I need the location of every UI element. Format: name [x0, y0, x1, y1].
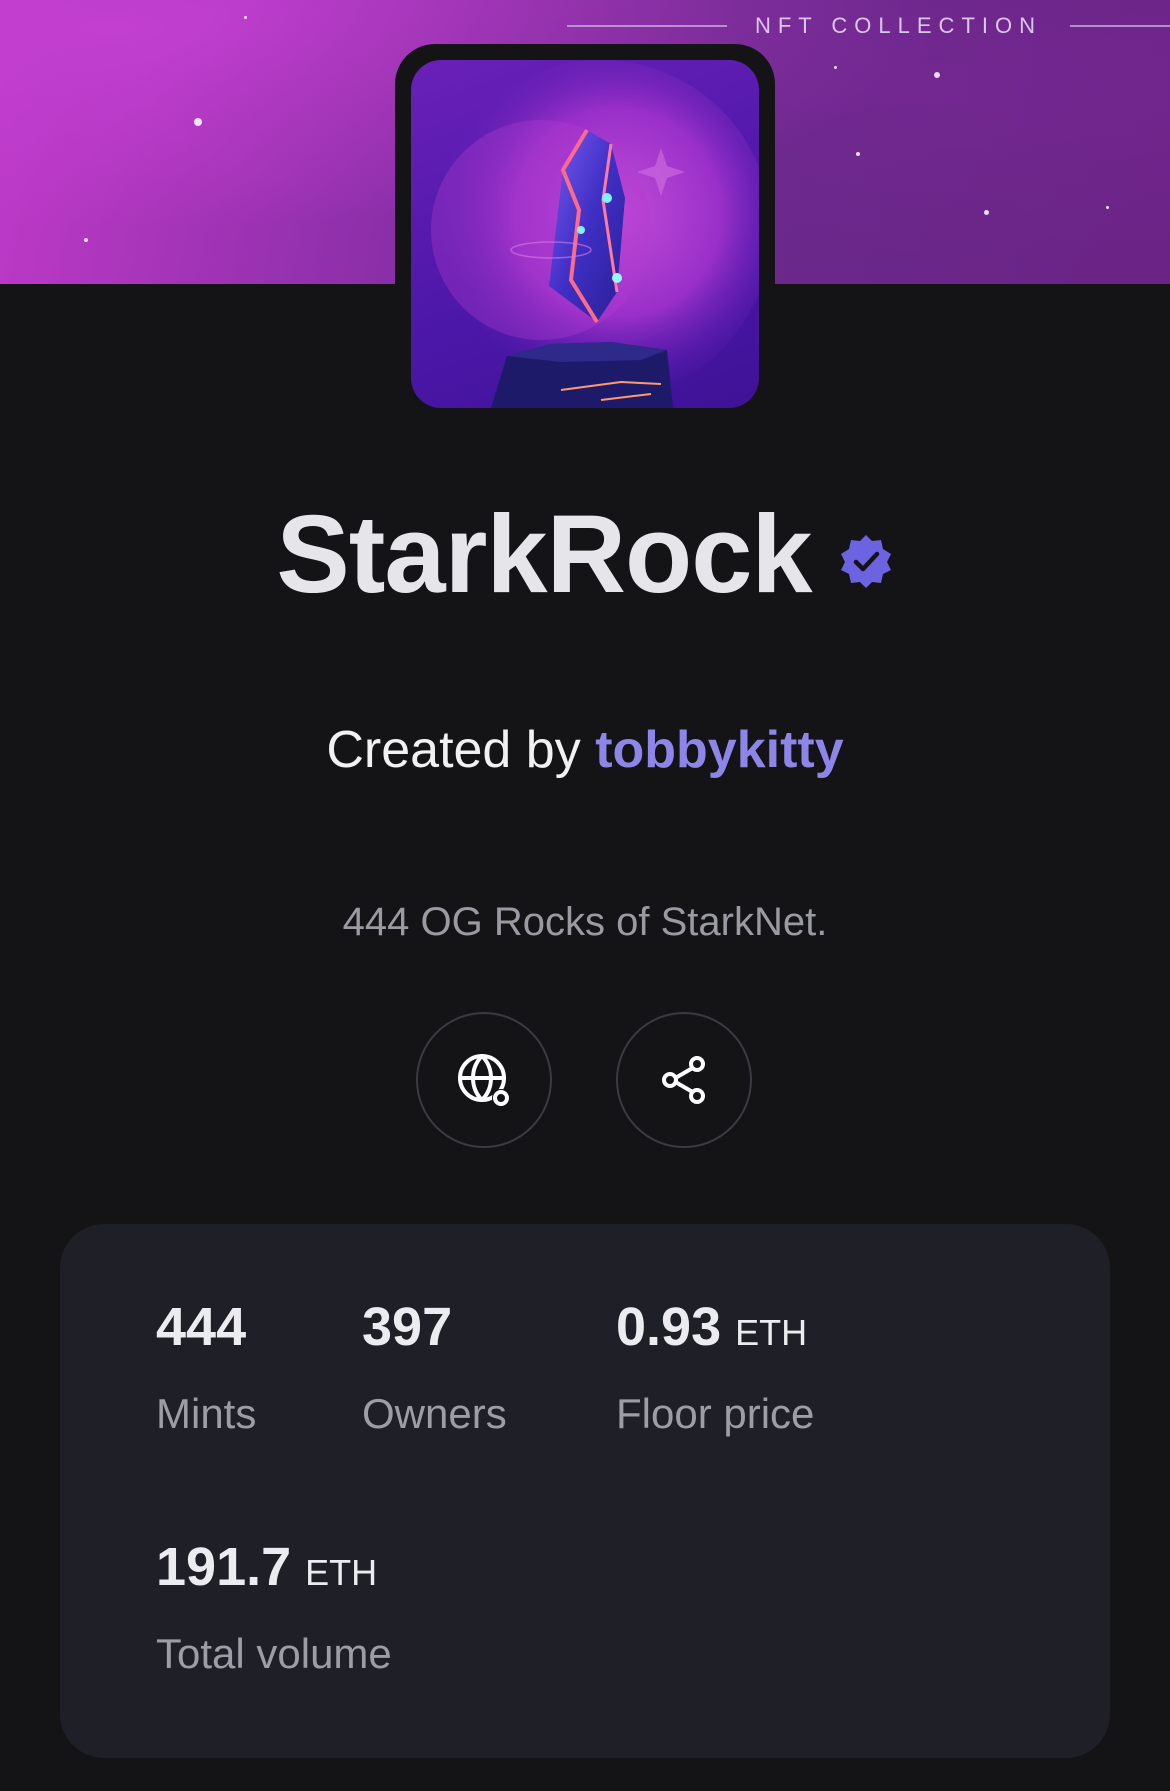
- stat-label: Floor price: [616, 1390, 815, 1437]
- caption-divider: [566, 25, 727, 27]
- collection-description: 444 OG Rocks of StarkNet.: [342, 900, 828, 944]
- stat-label: Mints: [156, 1390, 257, 1437]
- stat-label: Total volume: [156, 1630, 392, 1677]
- stat-mints: 444 Mints: [156, 1300, 256, 1438]
- created-by-prefix: Created by: [326, 721, 581, 779]
- stat-value: 444: [156, 1297, 247, 1357]
- banner-star: [834, 66, 837, 69]
- rock-artwork: [431, 60, 759, 408]
- globe-icon: [458, 1054, 510, 1107]
- banner-star: [856, 152, 860, 156]
- banner-star: [194, 118, 202, 126]
- banner-caption: NFT COLLECTION: [566, 8, 1170, 44]
- stat-unit: ETH: [735, 1312, 808, 1353]
- stat-value: 191.7: [156, 1537, 292, 1597]
- collection-avatar: [411, 60, 759, 408]
- stat-total-volume: 191.7 ETH Total volume: [156, 1540, 392, 1678]
- banner-star: [244, 16, 247, 19]
- banner-caption-text: NFT COLLECTION: [754, 13, 1042, 38]
- stat-label: Owners: [362, 1390, 507, 1437]
- stat-floor-price: 0.93 ETH Floor price: [616, 1300, 814, 1438]
- verified-badge-icon: [840, 535, 891, 588]
- stat-unit: ETH: [305, 1552, 378, 1593]
- stat-owners: 397 Owners: [362, 1300, 507, 1438]
- created-by: Created by tobbykitty: [0, 720, 1170, 780]
- stat-value-row: 191.7 ETH: [156, 1540, 392, 1594]
- stat-value: 397: [362, 1297, 453, 1357]
- stat-value: 0.93: [616, 1297, 722, 1357]
- banner-star: [984, 210, 989, 215]
- creator-link[interactable]: tobbykitty: [595, 721, 843, 779]
- banner-star: [1106, 206, 1109, 209]
- share-button[interactable]: [616, 1012, 752, 1148]
- caption-divider: [1070, 25, 1170, 27]
- share-icon: [662, 1056, 705, 1104]
- title-row: StarkRock: [0, 500, 1170, 610]
- stat-value-row: 0.93 ETH: [616, 1300, 814, 1354]
- website-button[interactable]: [416, 1012, 552, 1148]
- collection-name: StarkRock: [276, 493, 812, 616]
- stats-card: 444 Mints 397 Owners 0.93 ETH Floor price…: [60, 1224, 1110, 1758]
- banner-star: [84, 238, 88, 242]
- banner-star: [934, 72, 940, 78]
